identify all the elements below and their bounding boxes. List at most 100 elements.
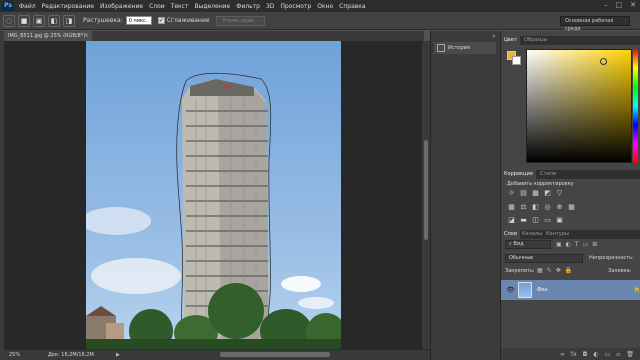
filter-smart-icon[interactable]: ⊞ (592, 241, 597, 248)
status-bar: 25% Док: 16,2M/16,2M ▶ (4, 349, 430, 360)
gradient-map-icon[interactable]: ▭ (543, 216, 552, 224)
menu-file[interactable]: Файл (16, 3, 39, 10)
intersect-selection-icon[interactable]: ◨ (63, 14, 75, 27)
color-picker-field[interactable] (526, 49, 632, 163)
levels-icon[interactable]: ▤ (519, 189, 528, 197)
blend-mode-select[interactable]: Обычные (505, 254, 583, 263)
menu-type[interactable]: Текст (168, 3, 192, 10)
photo-filter-icon[interactable]: ◎ (543, 203, 552, 211)
filter-type-icon[interactable]: T (575, 241, 579, 248)
eye-icon[interactable]: 👁 (506, 286, 515, 294)
threshold-icon[interactable]: ◫ (531, 216, 540, 224)
curves-icon[interactable]: ▩ (531, 189, 540, 197)
adjustments-panel-header: Коррекция Стили (501, 170, 640, 179)
collapse-dock-icon[interactable]: » (492, 33, 496, 40)
color-picker-marker[interactable] (600, 58, 607, 65)
lock-icons: ▦ ✎ ✥ 🔒 (537, 267, 572, 274)
lasso-tool-icon[interactable]: ◌ (3, 14, 15, 27)
history-label: История (448, 45, 470, 51)
filter-pixel-icon[interactable]: ▣ (556, 241, 562, 248)
horizontal-scrollbar-thumb[interactable] (220, 352, 330, 357)
lock-all-icon[interactable]: 🔒 (565, 267, 572, 274)
tab-adjustments[interactable]: Коррекция (501, 170, 536, 179)
tab-styles[interactable]: Стили (537, 170, 559, 179)
add-mask-icon[interactable]: ◘ (583, 351, 588, 358)
refine-edge-button[interactable]: Уточн. край... (215, 15, 266, 26)
menu-layers[interactable]: Слои (146, 3, 168, 10)
selective-color-icon[interactable]: ▣ (555, 216, 564, 224)
filter-shape-icon[interactable]: ▭ (583, 241, 589, 248)
options-bar: ◌ ■ ▣ ◧ ◨ Растушевка: 0 пикс. ✓ Сглажива… (0, 12, 640, 32)
layer-thumbnail (518, 282, 532, 298)
layer-filter-icons: ▣ ◐ T ▭ ⊞ (556, 241, 597, 248)
window-controls: – □ ✕ (604, 1, 636, 9)
layer-kind-filter[interactable]: ⌕ Вид (505, 240, 551, 249)
zoom-level[interactable]: 25% (9, 350, 20, 360)
menu-image[interactable]: Изображение (97, 3, 146, 10)
close-tab-icon[interactable]: × (84, 31, 89, 41)
maximize-icon[interactable]: □ (616, 1, 623, 9)
new-adjustment-icon[interactable]: ◐ (593, 351, 598, 358)
lock-transparent-icon[interactable]: ▦ (537, 267, 543, 274)
exposure-icon[interactable]: ◩ (543, 189, 552, 197)
menu-window[interactable]: Окно (314, 3, 336, 10)
menu-view[interactable]: Просмотр (277, 3, 314, 10)
close-icon[interactable]: ✕ (630, 1, 636, 9)
layer-name[interactable]: Фон (537, 287, 548, 293)
color-balance-icon[interactable]: ⚖ (519, 203, 528, 211)
layer-lock-icon: 🔒 (633, 286, 640, 293)
adjustments-row-1: ☼ ▤ ▩ ◩ ▽ (507, 189, 564, 197)
link-layers-icon[interactable]: ∞ (560, 351, 565, 358)
document-image[interactable] (86, 41, 341, 349)
filter-adjustment-icon[interactable]: ◐ (566, 241, 571, 248)
tab-color[interactable]: Цвет (501, 36, 520, 45)
hue-slider[interactable] (633, 49, 638, 163)
trash-icon[interactable]: 🗑 (626, 351, 634, 358)
subtract-selection-icon[interactable]: ◧ (48, 14, 60, 27)
tab-paths[interactable]: Контуры (543, 230, 572, 239)
adjustments-title: Добавить корректировку (507, 181, 574, 187)
menu-3d[interactable]: 3D (263, 3, 277, 10)
collapsed-dock (430, 31, 500, 360)
history-icon (437, 44, 445, 52)
layers-bottom-bar: ∞ fx ◘ ◐ ▭ ▫ 🗑 (501, 348, 640, 360)
status-arrow-icon[interactable]: ▶ (116, 350, 120, 360)
add-selection-icon[interactable]: ▣ (33, 14, 45, 27)
hue-saturation-icon[interactable]: ▦ (507, 203, 516, 211)
menu-select[interactable]: Выделение (191, 3, 233, 10)
new-selection-icon[interactable]: ■ (18, 14, 30, 27)
posterize-icon[interactable]: ▬ (519, 216, 528, 224)
new-group-icon[interactable]: ▭ (605, 351, 611, 358)
document-tab-title: IMG_8511.jpg @ 25% (RGB/8*) (8, 33, 86, 39)
menu-help[interactable]: Справка (336, 3, 368, 10)
tab-channels[interactable]: Каналы (519, 230, 545, 239)
layers-panel-header: Слои Каналы Контуры (501, 230, 640, 239)
layer-kind-label: Вид (513, 241, 524, 247)
document-tab[interactable]: IMG_8511.jpg @ 25% (RGB/8*) × (4, 31, 92, 41)
fx-icon[interactable]: fx (571, 351, 577, 358)
fill-label: Заливка: (608, 268, 632, 274)
antialias-checkbox[interactable]: ✓ (157, 17, 165, 24)
feather-input[interactable]: 0 пикс. (125, 16, 152, 25)
brightness-icon[interactable]: ☼ (507, 189, 516, 197)
workspace-selector[interactable]: Основная рабочая среда (560, 16, 630, 32)
black-white-icon[interactable]: ◧ (531, 203, 540, 211)
minimize-icon[interactable]: – (604, 1, 608, 9)
tab-swatches[interactable]: Образцы (521, 36, 550, 45)
new-layer-icon[interactable]: ▫ (616, 351, 620, 358)
menu-filter[interactable]: Фильтр (233, 3, 263, 10)
vibrance-icon[interactable]: ▽ (555, 189, 564, 197)
lock-move-icon[interactable]: ✥ (556, 267, 561, 274)
lock-label: Закрепить: (505, 268, 535, 274)
lock-paint-icon[interactable]: ✎ (547, 267, 552, 274)
background-color-swatch[interactable] (512, 56, 521, 65)
tab-layers[interactable]: Слои (501, 230, 520, 239)
invert-icon[interactable]: ◪ (507, 216, 516, 224)
channel-mixer-icon[interactable]: ⊕ (555, 203, 564, 211)
adjustments-row-3: ◪ ▬ ◫ ▭ ▣ (507, 216, 564, 224)
menu-edit[interactable]: Редактирование (39, 3, 97, 10)
history-panel-button[interactable]: История (434, 42, 496, 54)
vertical-scrollbar-thumb[interactable] (424, 140, 428, 240)
photo-illustration (86, 72, 341, 349)
color-lookup-icon[interactable]: ▦ (567, 203, 576, 211)
